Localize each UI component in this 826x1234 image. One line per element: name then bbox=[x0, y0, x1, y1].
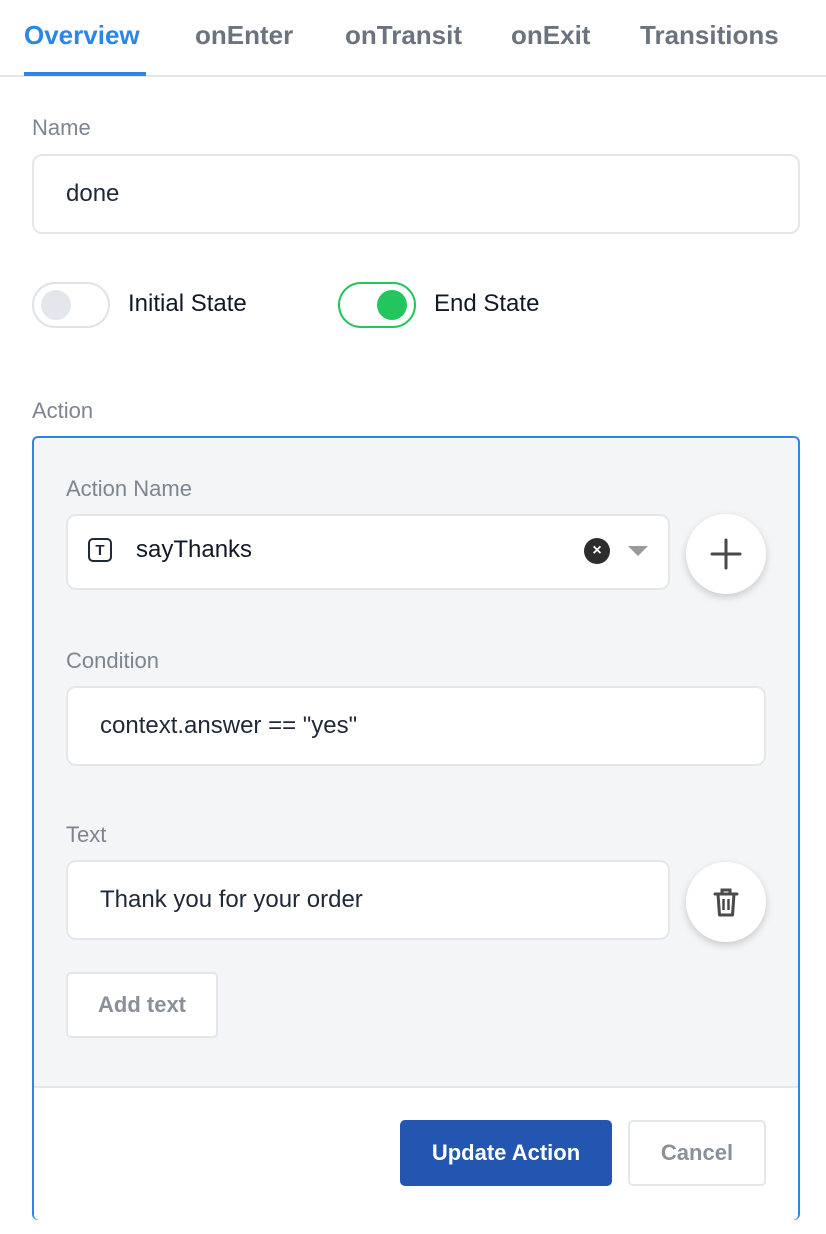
trash-icon bbox=[713, 888, 739, 917]
tab-transitions[interactable]: Transitions bbox=[640, 20, 779, 51]
action-name-select[interactable]: T sayThanks × bbox=[66, 514, 670, 590]
condition-input[interactable]: context.answer == "yes" bbox=[66, 686, 766, 766]
tab-ontransit[interactable]: onTransit bbox=[345, 20, 462, 51]
action-panel-footer: Update Action Cancel bbox=[34, 1086, 798, 1220]
end-state-toggle[interactable] bbox=[338, 282, 416, 328]
toggle-knob bbox=[41, 290, 71, 320]
action-name-value: sayThanks bbox=[136, 536, 253, 563]
tab-overview[interactable]: Overview bbox=[24, 20, 140, 51]
action-name-label: Action Name bbox=[66, 476, 192, 501]
toggle-knob bbox=[377, 290, 407, 320]
text-input[interactable]: Thank you for your order bbox=[66, 860, 670, 940]
text-label: Text bbox=[66, 822, 107, 847]
tab-onenter[interactable]: onEnter bbox=[195, 20, 293, 51]
name-input[interactable]: done bbox=[32, 154, 800, 234]
tab-onexit[interactable]: onExit bbox=[511, 20, 590, 51]
clear-icon[interactable]: × bbox=[584, 538, 610, 564]
add-text-button[interactable]: Add text bbox=[66, 972, 218, 1038]
condition-label: Condition bbox=[66, 648, 159, 673]
delete-text-button[interactable] bbox=[686, 862, 766, 942]
action-panel: Action Name T sayThanks × Condition cont… bbox=[32, 436, 800, 1220]
add-action-button[interactable] bbox=[686, 514, 766, 594]
active-tab-indicator bbox=[24, 72, 146, 76]
initial-state-toggle[interactable] bbox=[32, 282, 110, 328]
action-section-label: Action bbox=[32, 398, 94, 423]
chevron-down-icon[interactable] bbox=[628, 546, 648, 556]
update-action-button[interactable]: Update Action bbox=[400, 1120, 612, 1186]
end-state-label: End State bbox=[434, 290, 540, 317]
tab-bar: Overview onEnter onTransit onExit Transi… bbox=[0, 0, 826, 77]
plus-icon bbox=[710, 538, 742, 570]
text-type-icon: T bbox=[88, 538, 112, 562]
cancel-button[interactable]: Cancel bbox=[628, 1120, 766, 1186]
name-label: Name bbox=[32, 115, 91, 140]
initial-state-label: Initial State bbox=[128, 290, 247, 317]
